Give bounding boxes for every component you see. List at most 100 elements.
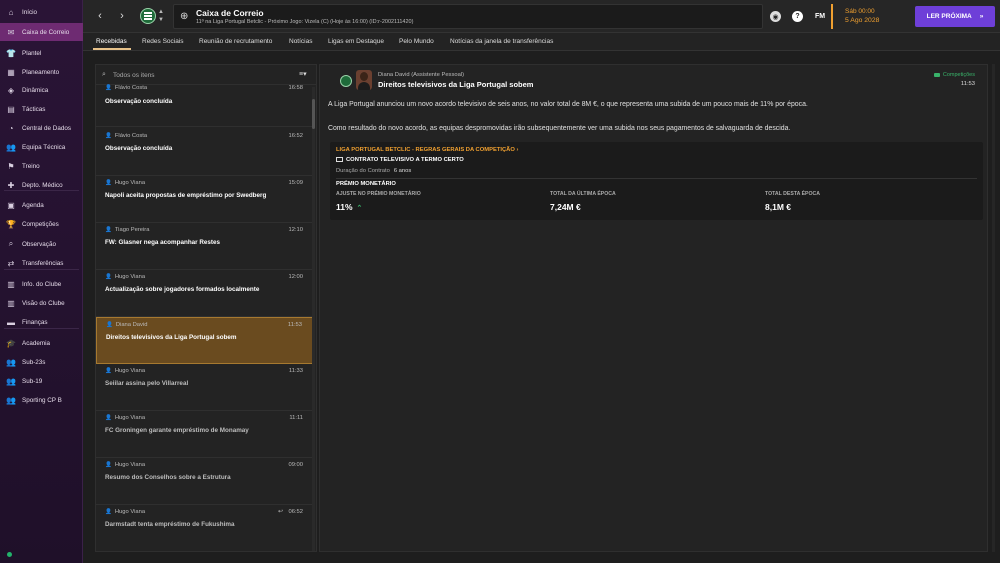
search-input[interactable] (113, 69, 283, 81)
sidebar-item-label: Sporting CP B (22, 396, 62, 404)
list-item[interactable]: 👤 Hugo Viana 11:33 Seiilar assina pelo Vill… (96, 364, 313, 411)
sidebar-item-training[interactable]: ⚑ Treino (0, 157, 83, 175)
message-sender: 👤 Hugo Viana (105, 180, 145, 186)
tab-1[interactable]: Redes Sociais (142, 38, 184, 45)
sidebar-item-label: Equipa Técnica (22, 143, 66, 151)
sidebar-item-tactics[interactable]: ▤ Tácticas (0, 100, 83, 118)
person-icon: 👤 (105, 462, 112, 468)
tab-2[interactable]: Reunião de recrutamento (199, 38, 272, 45)
back-button[interactable]: ‹ (93, 9, 107, 23)
continue-button[interactable]: LER PRÓXIMA » (915, 6, 995, 27)
list-item[interactable]: 👤 Hugo Viana 06:52 Darmstadt tenta emprésti… (96, 505, 313, 551)
sidebar-item-u23[interactable]: 👥 Sub-23s (0, 353, 83, 371)
inbox-icon: ✉ (7, 27, 15, 37)
help-icon[interactable]: ? (792, 11, 803, 22)
transfers-icon: ⇄ (7, 258, 15, 268)
list-item[interactable]: 👤 Flávio Costa 16:58 Observação concluída (96, 85, 313, 127)
person-icon: 👤 (105, 415, 112, 421)
list-item[interactable]: 👤 Hugo Viana 15:09 Napoli aceita propostas … (96, 176, 313, 223)
club-info-icon: ▥ (7, 279, 15, 289)
sidebar-item-data[interactable]: ◔ Central de Dados (0, 119, 83, 137)
ball-icon[interactable]: ◉ (770, 11, 781, 22)
tab-0[interactable]: Recebidas (96, 38, 127, 45)
sidebar-item-b-team[interactable]: 👥 Sporting CP B (0, 391, 83, 409)
contract-title: CONTRATO TELEVISIVO A TERMO CERTO (336, 157, 464, 163)
sidebar-item-u19[interactable]: 👥 Sub-19 (0, 372, 83, 390)
forward-button[interactable]: › (115, 9, 129, 23)
sidebar-item-club-info[interactable]: ▥ Info. do Clube (0, 275, 83, 293)
sidebar-item-trophy[interactable]: 🏆 Competições (0, 215, 83, 233)
sidebar-item-transfers[interactable]: ⇄ Transferências (0, 254, 83, 272)
info-divider (336, 178, 977, 179)
sidebar-item-staff[interactable]: 👥 Equipa Técnica (0, 138, 83, 156)
data-icon: ◔ (8, 123, 14, 133)
message-time: 16:52 (288, 133, 303, 139)
list-item[interactable]: 👤 Hugo Viana 09:00 Resumo dos Conselhos sob… (96, 458, 313, 505)
club-switcher-arrows[interactable]: ▲ ▼ (157, 8, 165, 24)
sidebar-item-label: Caixa de Correio (22, 28, 70, 36)
message-time: 12:10 (288, 227, 303, 233)
duration-value: 6 anos (393, 168, 412, 174)
message-category[interactable]: Competições (933, 72, 975, 78)
date-display: Sáb 00:00 5 Ago 2028 (831, 4, 911, 29)
list-item[interactable]: 👤 Flávio Costa 16:52 Observação concluída (96, 129, 313, 176)
message-list-scrollbar[interactable] (312, 87, 315, 551)
sidebar-item-agenda[interactable]: ▣ Agenda (0, 196, 83, 214)
tab-4[interactable]: Ligas em Destaque (328, 38, 384, 45)
tab-3[interactable]: Notícias (289, 38, 312, 45)
sidebar-item-label: Tácticas (22, 105, 46, 113)
message-time: 16:58 (288, 85, 303, 91)
message-body-paragraph-2: Como resultado do novo acordo, as equipa… (328, 125, 791, 132)
sidebar-item-label: Início (22, 8, 38, 16)
filter-menu-icon[interactable]: ≡▾ (299, 70, 307, 78)
sidebar-item-label: Central de Dados (22, 124, 72, 132)
tv-icon (336, 157, 343, 162)
sender-name: Hugo Viana (114, 180, 146, 186)
last-season-total-column: TOTAL DA ÚLTIMA ÉPOCA 7,24M € (550, 191, 616, 212)
scrollbar-thumb[interactable] (312, 99, 315, 129)
sidebar-item-shirt[interactable]: 👕 Plantel (0, 44, 83, 62)
sidebar-item-label: Transferências (22, 259, 64, 267)
tab-5[interactable]: Pelo Mundo (399, 38, 434, 45)
sidebar-item-dynamics[interactable]: ◈ Dinâmica (0, 81, 83, 99)
sender-name: Hugo Viana (114, 415, 146, 421)
sender-name: Hugo Viana (114, 368, 146, 374)
chevron-left-icon: ‹ (98, 10, 102, 22)
message-sender[interactable]: Diana David (Assistente Pessoal) (378, 72, 464, 78)
tactics-icon: ▤ (7, 104, 15, 114)
sender-name: Diana David (115, 322, 148, 328)
sender-avatar[interactable] (356, 70, 372, 90)
message-subject: Darmstadt tenta empréstimo de Fukushima (105, 521, 235, 528)
sidebar-item-finances[interactable]: ▬ Finanças (0, 313, 83, 331)
sidebar-item-medical[interactable]: ✚ Depto. Médico (0, 176, 83, 194)
b-team-icon: 👥 (6, 395, 16, 405)
tv-contract-info-box: LIGA PORTUGAL BETCLIC - REGRAS GERAIS DA… (330, 142, 983, 220)
list-item[interactable]: 👤 Tiago Pereira 12:10 FW: Glasner nega acom… (96, 223, 313, 270)
sidebar-item-scouting[interactable]: ⌕ Observação (0, 235, 83, 253)
detail-scrollbar[interactable] (992, 64, 995, 552)
sidebar-item-inbox[interactable]: ✉ Caixa de Correio (0, 23, 83, 41)
sidebar-item-club-vision[interactable]: ▥ Visão do Clube (0, 294, 83, 312)
sidebar-item-label: Academia (22, 339, 51, 347)
sidebar: 1 ⌂Início✉Caixa de Correio👕Plantel▦Plane… (0, 0, 83, 563)
message-subject: Direitos televisivos da Liga Portugal so… (106, 334, 237, 341)
zoom-icon[interactable]: ⊕ (180, 11, 191, 22)
sidebar-item-home[interactable]: ⌂ Início (0, 3, 83, 21)
list-item[interactable]: 👤 Diana David 11:53 Direitos televisivos da… (96, 317, 313, 364)
continue-button-label: LER PRÓXIMA (926, 13, 972, 20)
training-icon: ⚑ (7, 161, 15, 171)
club-logo[interactable] (140, 8, 156, 24)
staff-icon: 👥 (6, 142, 16, 152)
tab-6[interactable]: Notícias da janela de transferências (450, 38, 553, 45)
fm-menu-button[interactable]: FM (815, 13, 825, 20)
message-sender: 👤 Hugo Viana (105, 509, 145, 515)
list-item[interactable]: 👤 Hugo Viana 11:11 FC Groningen garante emp… (96, 411, 313, 458)
person-icon: 👤 (105, 133, 112, 139)
this-season-total-value: 8,1M € (765, 202, 791, 212)
prize-adjustment-value: 11% ⌃ (336, 202, 421, 212)
sidebar-item-academy[interactable]: 🎓 Academia (0, 334, 83, 352)
sidebar-item-label: Finanças (22, 318, 48, 326)
competition-rules-link[interactable]: LIGA PORTUGAL BETCLIC - REGRAS GERAIS DA… (336, 147, 518, 153)
sidebar-item-calendar-grid[interactable]: ▦ Planeamento (0, 63, 83, 81)
list-item[interactable]: 👤 Hugo Viana 12:00 Actualização sobre jogad… (96, 270, 313, 317)
